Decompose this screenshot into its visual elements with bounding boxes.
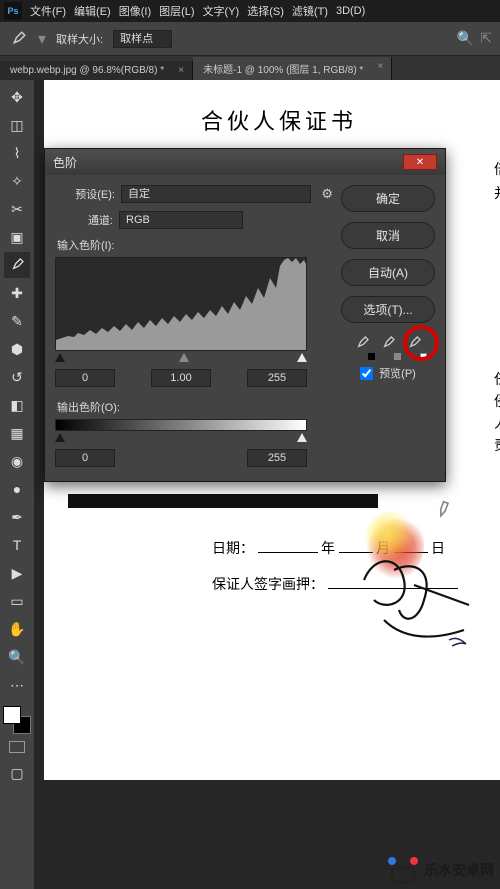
black-point-slider[interactable] — [55, 353, 65, 362]
ok-button[interactable]: 确定 — [341, 185, 435, 212]
menu-select[interactable]: 选择(S) — [247, 3, 284, 19]
screen-mode-icon[interactable]: ▢ — [4, 760, 30, 786]
output-levels-label: 输出色阶(O): — [57, 399, 333, 415]
healing-brush-tool-icon[interactable]: ✚ — [4, 280, 30, 306]
shape-tool-icon[interactable]: ▭ — [4, 588, 30, 614]
document-tabs: webp.webp.jpg @ 96.8%(RGB/8) *× 未标题-1 @ … — [0, 56, 500, 80]
brush-tool-icon[interactable]: ✎ — [4, 308, 30, 334]
doc-text-fragment: 并 — [494, 184, 500, 206]
menu-type[interactable]: 文字(Y) — [203, 3, 240, 19]
zoom-tool-icon[interactable]: 🔍 — [4, 644, 30, 670]
watermark: 乐水安卓网 — [388, 857, 494, 883]
input-sliders[interactable] — [55, 353, 307, 365]
doc-text-fragment: 倍 — [494, 160, 500, 182]
eyedropper-tool-icon[interactable] — [8, 29, 28, 49]
input-levels-label: 输入色阶(I): — [57, 237, 333, 253]
sample-size-select[interactable]: 取样点 — [113, 30, 172, 48]
gamepad-icon — [388, 857, 418, 883]
preset-select[interactable]: 自定 — [121, 185, 311, 203]
search-icon[interactable]: 🔍 — [457, 30, 474, 47]
input-gamma-field[interactable]: 1.00 — [151, 369, 211, 387]
options-button[interactable]: 选项(T)... — [341, 296, 435, 323]
input-black-field[interactable]: 0 — [55, 369, 115, 387]
menu-image[interactable]: 图像(I) — [119, 3, 151, 19]
gray-point-eyedropper-icon[interactable] — [380, 335, 396, 355]
output-gradient — [55, 419, 307, 431]
dodge-tool-icon[interactable]: ● — [4, 476, 30, 502]
menu-layer[interactable]: 图层(L) — [159, 3, 194, 19]
eraser-tool-icon[interactable]: ◧ — [4, 392, 30, 418]
doc-text-fragment: 人 — [494, 414, 500, 436]
preview-checkbox[interactable]: 预览(P) — [341, 365, 435, 381]
menu-bar: Ps 文件(F) 编辑(E) 图像(I) 图层(L) 文字(Y) 选择(S) 滤… — [0, 0, 500, 22]
doc-text-fragment: 责 — [494, 436, 500, 458]
preset-label: 预设(E): — [55, 186, 115, 202]
handwritten-signature — [354, 550, 494, 650]
signature-area — [354, 500, 484, 640]
eyedropper-cursor-icon — [430, 497, 459, 528]
hand-tool-icon[interactable]: ✋ — [4, 616, 30, 642]
output-black-slider[interactable] — [55, 433, 65, 442]
levels-dialog: 色阶 ✕ 预设(E): 自定 ⚙ 通道: RGB 输入色阶(I): — [44, 148, 446, 482]
input-white-field[interactable]: 255 — [247, 369, 307, 387]
output-black-field[interactable]: 0 — [55, 449, 115, 467]
path-select-tool-icon[interactable]: ▶ — [4, 560, 30, 586]
history-brush-tool-icon[interactable]: ↺ — [4, 364, 30, 390]
gear-icon[interactable]: ⚙ — [321, 186, 333, 202]
midtone-slider[interactable] — [179, 353, 189, 362]
dialog-title: 色阶 — [53, 154, 77, 171]
magic-wand-tool-icon[interactable]: ✧ — [4, 168, 30, 194]
gradient-tool-icon[interactable]: ▦ — [4, 420, 30, 446]
tab-doc-2[interactable]: 未标题-1 @ 100% (图层 1, RGB/8) *× — [193, 57, 392, 80]
menu-filter[interactable]: 滤镜(T) — [292, 3, 328, 19]
close-icon[interactable]: × — [377, 61, 383, 72]
sample-size-label: 取样大小: — [56, 31, 103, 47]
quick-mask-icon[interactable] — [4, 736, 30, 758]
blur-tool-icon[interactable]: ◉ — [4, 448, 30, 474]
share-icon[interactable]: ⇱ — [480, 30, 492, 47]
menu-file[interactable]: 文件(F) — [30, 3, 66, 19]
close-button[interactable]: ✕ — [403, 154, 437, 170]
options-bar: ▾ 取样大小: 取样点 🔍 ⇱ — [0, 22, 500, 56]
black-point-eyedropper-icon[interactable] — [354, 335, 370, 355]
output-white-field[interactable]: 255 — [247, 449, 307, 467]
doc-text-fragment: 侵 — [494, 392, 500, 414]
output-sliders[interactable] — [55, 433, 307, 445]
doc-text-fragment: 任 — [494, 370, 500, 392]
close-icon[interactable]: × — [178, 65, 184, 76]
preview-checkbox-input[interactable] — [360, 367, 373, 380]
auto-button[interactable]: 自动(A) — [341, 259, 435, 286]
sampler-eyedroppers — [341, 335, 435, 355]
marquee-tool-icon[interactable]: ◫ — [4, 112, 30, 138]
channel-select[interactable]: RGB — [119, 211, 243, 229]
tool-panel: ✥ ◫ ⌇ ✧ ✂ ▣ ✚ ✎ ⬢ ↺ ◧ ▦ ◉ ● ✒ T ▶ ▭ ✋ 🔍 … — [0, 80, 34, 889]
channel-label: 通道: — [73, 212, 113, 228]
tab-doc-1[interactable]: webp.webp.jpg @ 96.8%(RGB/8) *× — [0, 61, 193, 80]
crop-tool-icon[interactable]: ✂ — [4, 196, 30, 222]
stamp-tool-icon[interactable]: ⬢ — [4, 336, 30, 362]
cancel-button[interactable]: 取消 — [341, 222, 435, 249]
doc-title: 合伙人保证书 — [44, 80, 500, 136]
move-tool-icon[interactable]: ✥ — [4, 84, 30, 110]
eyedropper-tool-icon[interactable] — [4, 252, 30, 278]
type-tool-icon[interactable]: T — [4, 532, 30, 558]
app-logo: Ps — [4, 2, 22, 20]
color-swatch[interactable] — [3, 706, 31, 734]
pen-tool-icon[interactable]: ✒ — [4, 504, 30, 530]
menu-edit[interactable]: 编辑(E) — [74, 3, 111, 19]
menu-3d[interactable]: 3D(D) — [336, 5, 365, 17]
white-point-eyedropper-icon[interactable] — [406, 335, 422, 355]
output-white-slider[interactable] — [297, 433, 307, 442]
white-point-slider[interactable] — [297, 353, 307, 362]
dialog-titlebar[interactable]: 色阶 ✕ — [45, 149, 445, 175]
lasso-tool-icon[interactable]: ⌇ — [4, 140, 30, 166]
frame-tool-icon[interactable]: ▣ — [4, 224, 30, 250]
histogram — [55, 257, 307, 351]
doc-redacted-line — [68, 494, 378, 508]
edit-toolbar-icon[interactable]: ⋯ — [4, 672, 30, 698]
